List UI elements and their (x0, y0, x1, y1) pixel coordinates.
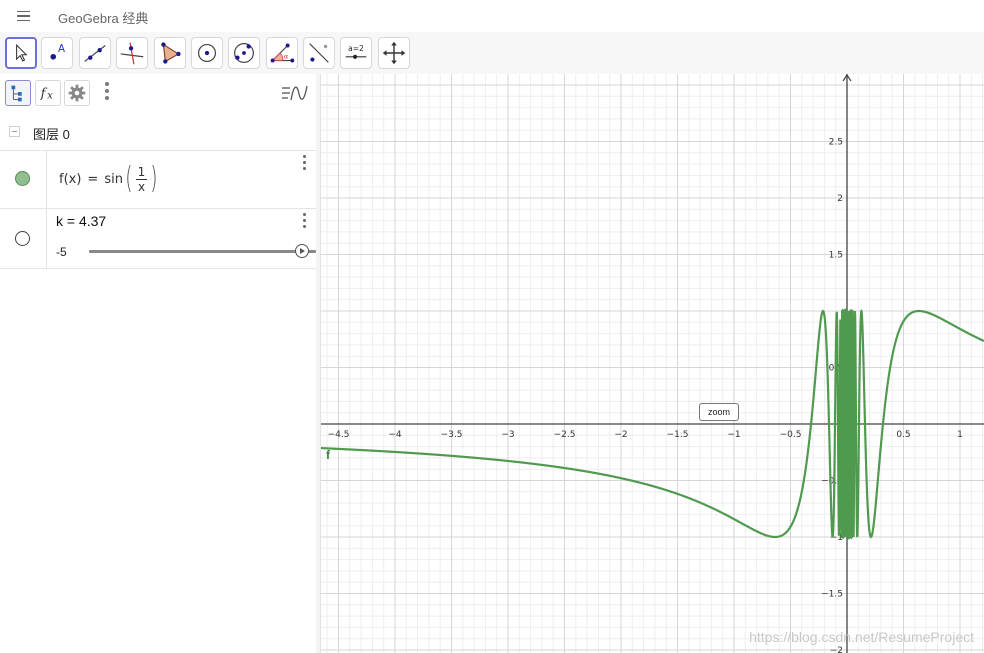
x-tick-label: −3.5 (441, 430, 463, 440)
input-function-button[interactable]: f x (35, 80, 61, 106)
x-tick-label: −4.5 (328, 430, 350, 440)
x-tick-label: −1 (727, 430, 740, 440)
y-tick-label: −2 (830, 646, 843, 653)
graphics-view[interactable]: −4.5 −4 −3.5 −3 −2.5 −2 −1.5 −1 −0.5 0 0.5 1 0.5 1.5… (321, 74, 984, 653)
gear-icon (68, 84, 86, 102)
perpendicular-line-tool-button[interactable] (116, 37, 148, 69)
polygon-tool-button[interactable] (154, 37, 186, 69)
collapse-icon[interactable] (9, 126, 20, 137)
more-vert-icon[interactable] (300, 213, 308, 229)
more-vert-icon[interactable] (101, 82, 113, 106)
x-tick-label: −4 (388, 430, 402, 440)
fx-icon: f x (40, 87, 53, 102)
circle-three-points-tool-button[interactable] (228, 37, 260, 69)
open-paren: ( (125, 161, 133, 196)
svg-text:a=2: a=2 (348, 44, 364, 53)
x-tick-label: −3 (501, 430, 514, 440)
marble-cell (0, 150, 47, 208)
minor-grid (321, 74, 984, 653)
angle-icon: α (270, 43, 295, 63)
function-definition[interactable]: f(x) = sin ( 1 x ) (59, 158, 160, 200)
graph-canvas[interactable]: −4.5 −4 −3.5 −3 −2.5 −2 −1.5 −1 −0.5 0 0.5 1 0.51.5… (321, 74, 984, 653)
y-tick-label: 1.5 (829, 251, 843, 261)
x-tick-label: −2.5 (554, 430, 576, 440)
svg-text:α: α (284, 53, 288, 61)
algebra-view: f x 图层 0 f(x) = sin (1 x) k = 4.37 -5 (0, 74, 317, 653)
tree-view-icon (11, 85, 22, 102)
line-icon (84, 45, 106, 62)
axes (321, 74, 984, 653)
reflect-line-tool-button[interactable] (303, 37, 335, 69)
function-lhs: f(x) (59, 171, 82, 187)
move-graphics-view-tool-button[interactable] (378, 37, 410, 69)
major-grid (321, 74, 984, 653)
circle-three-points-icon (234, 43, 254, 63)
slider-value-label[interactable]: k = 4.37 (56, 213, 106, 229)
circle-center-icon (197, 43, 217, 63)
more-vert-icon[interactable] (300, 155, 308, 171)
line-tool-button[interactable] (79, 37, 111, 69)
svg-text:A: A (58, 43, 65, 55)
y-tick-label: 2 (837, 194, 843, 204)
y-tick-label: 2.5 (829, 138, 843, 148)
move-tool-button[interactable] (5, 37, 37, 69)
polygon-icon (161, 42, 181, 64)
algebra-item-function-f[interactable]: f(x) = sin ( 1 x ) (0, 150, 316, 209)
cursor-arrow-icon (16, 43, 28, 62)
visibility-toggle-k[interactable] (15, 231, 30, 246)
algebra-header: f x (0, 74, 316, 112)
zoom-button[interactable]: zoom (699, 403, 739, 421)
play-animation-icon[interactable] (295, 244, 309, 258)
svg-text:x: x (47, 91, 53, 102)
point-tool-button[interactable]: A (41, 37, 73, 69)
function-name: sin (104, 171, 123, 187)
layer-group-row: 图层 0 (0, 112, 316, 151)
y-tick-label: −1.5 (821, 590, 843, 600)
x-tick-label: 1 (957, 430, 963, 440)
visibility-toggle-f[interactable] (15, 171, 30, 186)
function-equals: = (87, 171, 99, 187)
algebra-item-slider-k[interactable]: k = 4.37 -5 (0, 208, 316, 269)
point-icon: A (50, 43, 65, 60)
slider-icon: a=2 (345, 44, 367, 59)
title-bar: GeoGebra 经典 (0, 0, 984, 32)
x-tick-label: −0.5 (780, 430, 802, 440)
curve-label-f: f (326, 448, 330, 462)
slider-tool-button[interactable]: a=2 (340, 37, 372, 69)
perpendicular-line-icon (120, 42, 144, 65)
x-tick-label: −2 (614, 430, 627, 440)
marble-cell (0, 208, 47, 268)
settings-button[interactable] (64, 80, 90, 106)
watermark: https://blog.csdn.net/ResumeProject (749, 629, 974, 645)
layer-label: 图层 0 (33, 127, 70, 142)
function-inspector-icon[interactable] (280, 82, 308, 104)
slider-track[interactable] (89, 250, 316, 253)
close-paren: ) (150, 161, 158, 196)
x-tick-label: 0.5 (896, 430, 910, 440)
reflect-line-icon (309, 43, 329, 63)
hamburger-menu-icon[interactable] (10, 6, 36, 26)
angle-tool-button[interactable]: α (266, 37, 298, 69)
fraction: 1 x (135, 164, 148, 194)
toolbar: A α a=2 (0, 32, 984, 74)
move-arrows-icon (382, 41, 406, 65)
circle-center-point-tool-button[interactable] (191, 37, 223, 69)
fraction-denominator: x (137, 179, 146, 194)
x-tick-label: −1.5 (667, 430, 689, 440)
fraction-numerator: 1 (137, 164, 146, 179)
auxiliary-objects-button[interactable] (5, 80, 31, 106)
app-title: GeoGebra 经典 (58, 11, 149, 26)
slider-min-label: -5 (56, 245, 67, 259)
